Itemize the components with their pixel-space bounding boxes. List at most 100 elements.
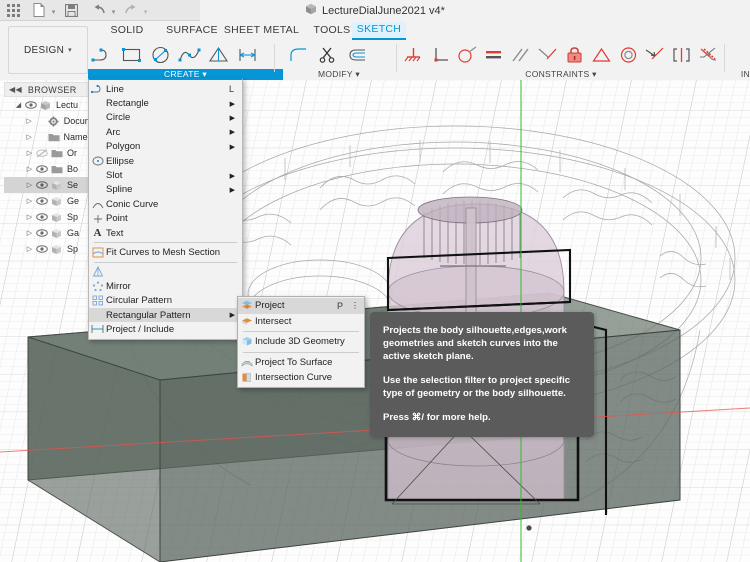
undo-menu-caret-icon[interactable]: ▾ bbox=[109, 8, 118, 16]
trim-scissors-icon[interactable] bbox=[313, 41, 342, 69]
file-menu-caret-icon[interactable]: ▾ bbox=[49, 8, 58, 16]
horizontal-vertical-icon[interactable] bbox=[534, 41, 561, 69]
twisty-right-icon[interactable]: ▷ bbox=[24, 149, 35, 157]
fillet-icon[interactable] bbox=[284, 41, 313, 69]
eye-visible-icon[interactable] bbox=[35, 245, 49, 253]
menu-item-circle[interactable]: Circle ▶ bbox=[89, 111, 242, 125]
project-icon bbox=[238, 300, 255, 311]
menu-item-line[interactable]: Line L bbox=[89, 82, 242, 96]
tab-sheet-metal[interactable]: SHEET METAL bbox=[214, 23, 309, 39]
spline-icon[interactable] bbox=[175, 41, 204, 69]
menu-item-slot[interactable]: Slot ▶ bbox=[89, 168, 242, 182]
menu-item-sketch-dimension[interactable]: Project / Include bbox=[89, 322, 242, 336]
eye-visible-icon[interactable] bbox=[35, 181, 49, 189]
menu-item-mirror[interactable] bbox=[89, 265, 242, 279]
submenu-item-include-3d-geometry[interactable]: Include 3D Geometry bbox=[238, 334, 364, 350]
gear-icon bbox=[47, 115, 61, 127]
design-workspace-button[interactable]: DESIGN ▾ bbox=[8, 26, 88, 74]
menu-item-project-include[interactable]: Rectangular Pattern ▶ bbox=[89, 307, 242, 323]
browser-row-body-2[interactable]: ▷ Ge bbox=[4, 193, 90, 209]
browser-row-label: Sp bbox=[67, 212, 79, 222]
eye-visible-icon[interactable] bbox=[24, 101, 38, 109]
menu-item-rectangle[interactable]: Rectangle ▶ bbox=[89, 96, 242, 110]
ribbon-group-modify-label[interactable]: MODIFY ▾ bbox=[284, 69, 394, 80]
ribbon-group-constraints-label[interactable]: CONSTRAINTS ▾ bbox=[400, 69, 722, 80]
menu-item-ellipse[interactable]: Ellipse bbox=[89, 154, 242, 168]
browser-row-named-views[interactable]: ▷ Named bbox=[4, 129, 90, 145]
rectangle-icon[interactable] bbox=[117, 41, 146, 69]
menu-item-label: Project / Include bbox=[106, 323, 175, 335]
sketch-point[interactable] bbox=[526, 525, 532, 531]
eye-visible-icon[interactable] bbox=[35, 229, 49, 237]
submenu-item-project-to-surface[interactable]: Project To Surface bbox=[238, 355, 364, 371]
browser-row-selected-body[interactable]: ▷ Se bbox=[4, 177, 90, 193]
menu-item-arc[interactable]: Arc ▶ bbox=[89, 125, 242, 139]
menu-item-conic-curve[interactable]: Conic Curve bbox=[89, 197, 242, 211]
save-icon[interactable] bbox=[58, 0, 84, 20]
concentric-icon[interactable] bbox=[615, 41, 642, 69]
parallel-lines-icon[interactable] bbox=[507, 41, 534, 69]
coincident-icon[interactable] bbox=[588, 41, 615, 69]
chevron-right-icon: ▶ bbox=[229, 172, 235, 180]
browser-row-bodies[interactable]: ▷ Bo bbox=[4, 161, 90, 177]
menu-item-polygon[interactable]: Polygon ▶ bbox=[89, 140, 242, 154]
browser-header[interactable]: ◀◀ BROWSER bbox=[4, 82, 90, 97]
line-icon[interactable] bbox=[88, 41, 117, 69]
browser-row-body-5[interactable]: ▷ Sp bbox=[4, 241, 90, 257]
twisty-right-icon[interactable]: ▷ bbox=[24, 197, 35, 205]
submenu-item-shortcut: P bbox=[336, 300, 343, 311]
twisty-right-icon[interactable]: ▷ bbox=[24, 245, 35, 253]
tangent-icon[interactable] bbox=[454, 41, 481, 69]
chevron-right-icon: ▶ bbox=[229, 129, 235, 137]
twisty-right-icon[interactable]: ▷ bbox=[24, 229, 35, 237]
submenu-item-project[interactable]: Project P ⋮ bbox=[238, 298, 364, 314]
browser-row-origin[interactable]: ▷ Or bbox=[4, 145, 90, 161]
menu-item-point[interactable]: Point bbox=[89, 212, 242, 226]
twisty-right-icon[interactable]: ▷ bbox=[24, 213, 35, 221]
eye-visible-icon[interactable] bbox=[35, 197, 49, 205]
midpoint-icon[interactable] bbox=[641, 41, 668, 69]
menu-item-label: Polygon bbox=[106, 141, 141, 153]
twisty-right-icon[interactable]: ▷ bbox=[24, 117, 34, 125]
redo-menu-caret-icon[interactable]: ▾ bbox=[141, 8, 150, 16]
perpendicular-icon[interactable] bbox=[427, 41, 454, 69]
eye-hidden-icon[interactable] bbox=[35, 148, 49, 158]
ground-fix-icon[interactable] bbox=[400, 41, 427, 69]
twisty-right-icon[interactable]: ▷ bbox=[24, 165, 35, 173]
browser-row-document-settings[interactable]: ▷ Docum bbox=[4, 113, 90, 129]
tab-sketch[interactable]: SKETCH bbox=[352, 22, 406, 40]
eye-visible-icon[interactable] bbox=[35, 213, 49, 221]
circular-pattern-icon bbox=[89, 281, 106, 292]
eye-visible-icon[interactable] bbox=[35, 165, 49, 173]
equal-icon[interactable] bbox=[480, 41, 507, 69]
twisty-right-icon[interactable]: ▷ bbox=[24, 133, 34, 141]
circle-icon[interactable] bbox=[146, 41, 175, 69]
mirror-triangle-icon[interactable] bbox=[204, 41, 233, 69]
submenu-item-intersection-curve[interactable]: Intersection Curve bbox=[238, 370, 364, 386]
twisty-right-icon[interactable]: ▷ bbox=[24, 181, 35, 189]
workspace-tab-strip: SOLID SURFACE SHEET METAL TOOLS SKETCH bbox=[0, 21, 750, 40]
menu-item-spline[interactable]: Spline ▶ bbox=[89, 183, 242, 197]
measure-icon[interactable] bbox=[694, 41, 723, 69]
ribbon-group-inspect-label[interactable]: IN bbox=[688, 69, 750, 80]
menu-item-text[interactable]: A Text bbox=[89, 226, 242, 240]
menu-item-circular-pattern[interactable]: Mirror bbox=[89, 279, 242, 293]
offset-icon[interactable] bbox=[342, 41, 371, 69]
menu-item-fit-curves-to-mesh-section[interactable]: Fit Curves to Mesh Section bbox=[89, 245, 242, 259]
lock-constraint-icon[interactable] bbox=[561, 41, 588, 69]
browser-row-label: Sp bbox=[67, 244, 79, 254]
body-icon bbox=[49, 228, 64, 239]
more-options-icon[interactable]: ⋮ bbox=[351, 301, 364, 310]
browser-row-body-4[interactable]: ▷ Ga bbox=[4, 225, 90, 241]
browser-row-document[interactable]: ◢ Lectu bbox=[4, 97, 90, 113]
show-data-panel-icon[interactable] bbox=[0, 0, 26, 20]
twisty-down-icon[interactable]: ◢ bbox=[13, 101, 24, 109]
body-icon bbox=[49, 196, 64, 207]
submenu-item-intersect[interactable]: Intersect bbox=[238, 314, 364, 330]
mirror-icon bbox=[89, 266, 106, 277]
menu-item-rectangular-pattern[interactable]: Circular Pattern bbox=[89, 293, 242, 307]
collapse-left-icon[interactable]: ◀◀ bbox=[9, 85, 22, 94]
browser-row-body-3[interactable]: ▷ Sp bbox=[4, 209, 90, 225]
sketch-dimension-icon[interactable] bbox=[233, 41, 262, 69]
chevron-down-icon: ▾ bbox=[592, 69, 597, 79]
